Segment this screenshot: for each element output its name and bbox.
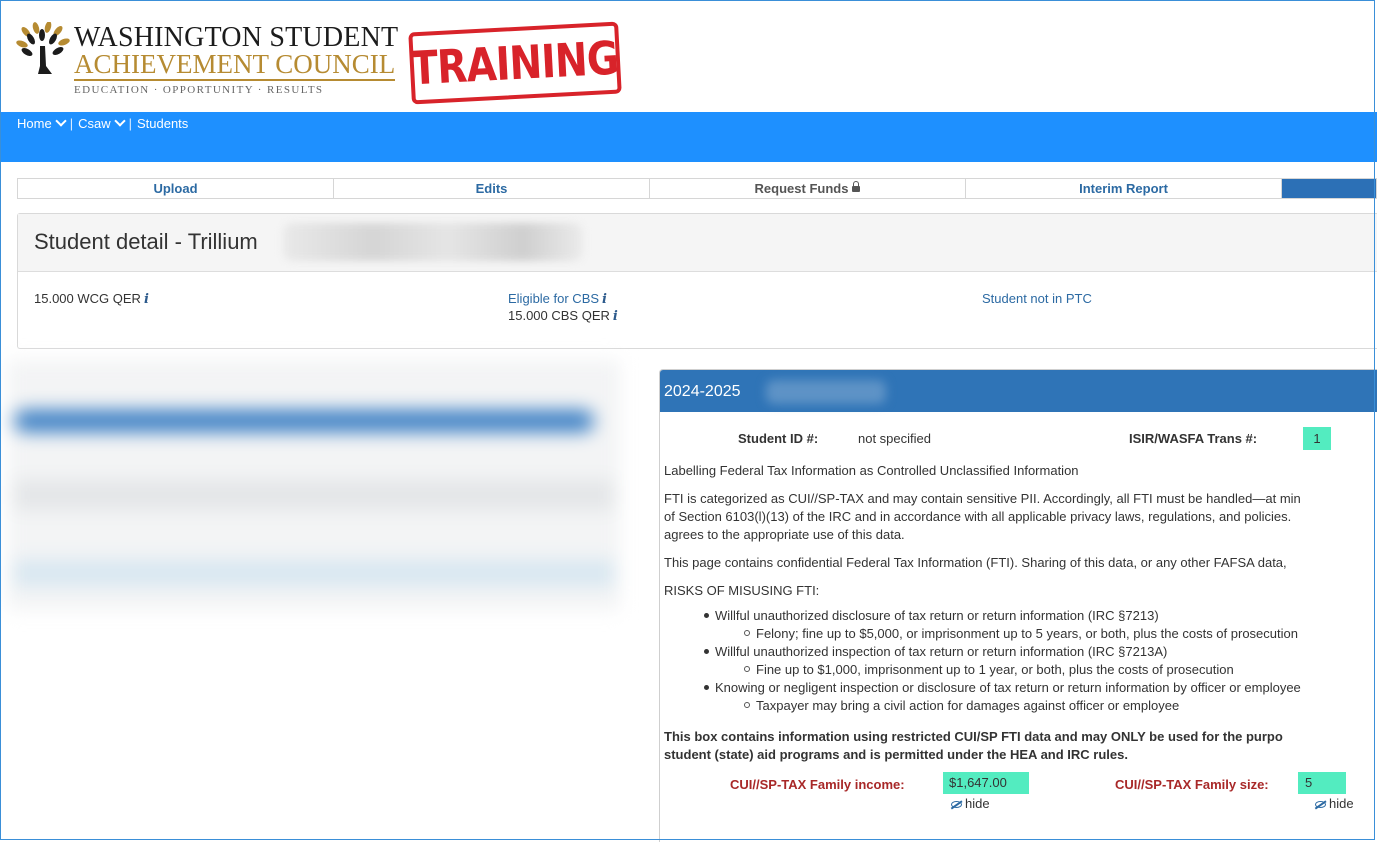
info-icon[interactable]: i — [144, 292, 149, 307]
fti-paragraph-line-1: FTI is categorized as CUI//SP-TAX and ma… — [664, 491, 1301, 506]
cbs-qer-label: 15.000 CBS QER — [508, 308, 610, 323]
risk-subitem: Fine up to $1,000, imprisonment up to 1 … — [744, 662, 1234, 677]
nav-separator: | — [128, 116, 132, 131]
eligible-cbs-link[interactable]: Eligible for CBS — [508, 291, 599, 306]
wcg-qer-label: 15.000 WCG QER — [34, 291, 141, 306]
aid-year-panel: 2024-2025 Student ID #: not specified IS… — [659, 369, 1377, 842]
tab-interim-report[interactable]: Interim Report — [966, 179, 1282, 198]
cbs-qer: 15.000 CBS QER i — [508, 308, 618, 324]
logo-line-2: ACHIEVEMENT COUNCIL — [74, 49, 396, 81]
eligible-cbs: Eligible for CBS i — [508, 291, 607, 307]
fti-paragraph-line-2: of Section 6103(l)(13) of the IRC and in… — [664, 509, 1292, 524]
tab-request-funds-label: Request Funds — [754, 181, 849, 196]
hide-label: hide — [1329, 796, 1354, 811]
site-header: WASHINGTON STUDENT ACHIEVEMENT COUNCIL E… — [0, 0, 1377, 112]
risk-subitem-text: Felony; fine up to $5,000, or imprisonme… — [756, 626, 1298, 641]
risk-subitem: Felony; fine up to $5,000, or imprisonme… — [744, 626, 1298, 641]
family-size-value: 5 — [1298, 772, 1346, 794]
student-detail-body: 15.000 WCG QER i Eligible for CBS i 15.000… — [18, 272, 1377, 350]
family-size-label: CUI//SP-TAX Family size: — [1115, 777, 1269, 792]
risk-item-text: Willful unauthorized disclosure of tax r… — [715, 608, 1159, 623]
page-title: Student detail - Trillium — [34, 229, 258, 254]
risk-subitem-text: Taxpayer may bring a civil action for da… — [756, 698, 1180, 713]
bullet-icon — [744, 630, 750, 636]
confidential-notice: This page contains confidential Federal … — [664, 555, 1287, 570]
hide-label: hide — [965, 796, 990, 811]
risk-item: Willful unauthorized inspection of tax r… — [704, 644, 1167, 659]
bullet-icon — [744, 666, 750, 672]
hide-size-link[interactable]: hide — [1315, 795, 1354, 812]
top-nav-bar: Home | Csaw | Students — [0, 112, 1377, 162]
redacted-header-text — [766, 380, 886, 404]
isir-trans-value: 1 — [1303, 427, 1331, 450]
fti-paragraph-line-3: agrees to the appropriate use of this da… — [664, 527, 905, 542]
logo-tagline: EDUCATION · OPPORTUNITY · RESULTS — [74, 84, 324, 96]
redacted-header-bar — [14, 410, 594, 432]
nav-students[interactable]: Students — [137, 116, 188, 131]
aid-year-title: 2024-2025 — [664, 383, 741, 400]
restricted-notice-line-2: student (state) aid programs and is perm… — [664, 747, 1128, 762]
info-icon[interactable]: i — [613, 309, 618, 324]
redacted-row — [14, 560, 614, 586]
family-income-label: CUI//SP-TAX Family income: — [730, 777, 905, 792]
risk-subitem-text: Fine up to $1,000, imprisonment up to 1 … — [756, 662, 1234, 677]
risk-item: Knowing or negligent inspection or discl… — [704, 680, 1301, 695]
risk-item-text: Willful unauthorized inspection of tax r… — [715, 644, 1168, 659]
labelling-heading: Labelling Federal Tax Information as Con… — [664, 463, 1079, 478]
lock-icon — [852, 181, 861, 192]
bullet-icon — [744, 702, 750, 708]
tab-upload[interactable]: Upload — [18, 179, 334, 198]
risk-subitem: Taxpayer may bring a civil action for da… — [744, 698, 1179, 713]
hide-income-link[interactable]: hide — [951, 795, 990, 812]
family-income-value: $1,647.00 — [943, 772, 1029, 794]
wsac-logo[interactable]: WASHINGTON STUDENT ACHIEVEMENT COUNCIL E… — [16, 22, 398, 102]
restricted-notice-line-1: This box contains information using rest… — [664, 729, 1283, 744]
isir-trans-label: ISIR/WASFA Trans #: — [1129, 431, 1258, 446]
nav-csaw-label: Csaw — [78, 116, 111, 131]
risks-heading: RISKS OF MISUSING FTI: — [664, 583, 820, 598]
nav-home-label: Home — [17, 116, 52, 131]
redacted-content-area — [8, 360, 628, 618]
bullet-icon — [704, 649, 709, 654]
student-detail-header: Student detail - Trillium — [18, 214, 1377, 272]
training-stamp-text: TRAINING — [410, 30, 620, 96]
ptc-status-link[interactable]: Student not in PTC — [982, 291, 1092, 306]
nav-separator: | — [69, 116, 74, 131]
tree-logo-icon — [16, 22, 70, 74]
student-id-label: Student ID #: — [738, 431, 819, 446]
eye-slash-icon — [951, 801, 962, 808]
student-detail-panel: Student detail - Trillium 15.000 WCG QER… — [17, 213, 1377, 349]
bullet-icon — [704, 613, 709, 618]
aid-year-header: 2024-2025 — [660, 370, 1377, 412]
info-icon[interactable]: i — [602, 292, 607, 307]
breadcrumb: Home | Csaw | Students — [17, 115, 188, 131]
eye-slash-icon — [1315, 801, 1326, 808]
risk-item: Willful unauthorized disclosure of tax r… — [704, 608, 1159, 623]
nav-csaw[interactable]: Csaw — [78, 115, 126, 131]
redacted-name — [283, 223, 583, 261]
chevron-down-icon — [55, 115, 67, 127]
tab-edits[interactable]: Edits — [334, 179, 650, 198]
student-id-value: not specified — [858, 431, 931, 446]
risk-item-text: Knowing or negligent inspection or discl… — [715, 680, 1301, 695]
wcg-qer: 15.000 WCG QER i — [34, 291, 149, 307]
chevron-down-icon — [113, 115, 126, 127]
tab-active[interactable] — [1282, 179, 1376, 198]
training-stamp: TRAINING — [408, 21, 622, 105]
bullet-icon — [704, 685, 709, 690]
workflow-tabs: Upload Edits Request Funds Interim Repor… — [17, 178, 1377, 199]
tab-request-funds[interactable]: Request Funds — [650, 179, 966, 198]
nav-home[interactable]: Home — [17, 115, 67, 131]
redacted-row — [14, 480, 614, 510]
